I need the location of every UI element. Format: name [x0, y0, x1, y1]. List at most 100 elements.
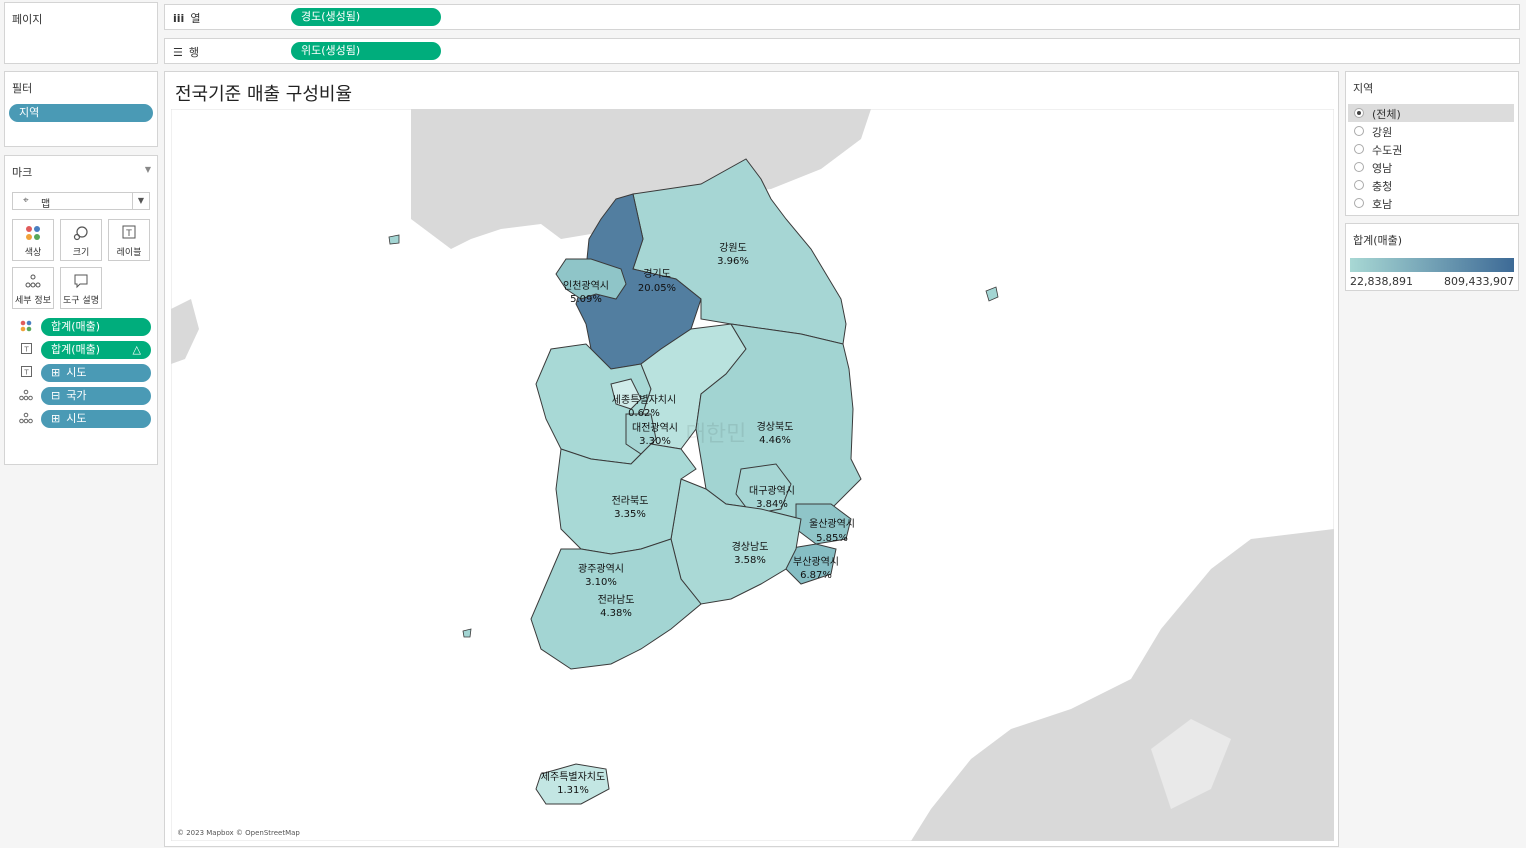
- label-gwangju-value: 3.10%: [585, 577, 617, 588]
- region-option-chungcheong[interactable]: 충청: [1348, 176, 1514, 194]
- mark-pill-label-sido[interactable]: ⊞ 시도: [41, 364, 151, 382]
- label-busan-name: 부산광역시: [793, 556, 839, 568]
- marks-collapse-icon[interactable]: ▼: [145, 165, 151, 174]
- label-gyeonggi-value: 20.05%: [638, 283, 676, 294]
- region-option-yeongnam[interactable]: 영남: [1348, 158, 1514, 176]
- detail-icon: [19, 389, 33, 403]
- detail-icon: [19, 412, 33, 426]
- label-icon: T: [19, 343, 33, 357]
- mark-type-dropdown[interactable]: ⌖ 맵 ▼: [12, 192, 150, 210]
- worksheet-title: 전국기준 매출 구성비율: [175, 84, 353, 105]
- region-option-all[interactable]: (전체): [1348, 104, 1514, 122]
- size-button-label: 크기: [72, 248, 90, 258]
- map-canvas[interactable]: 대한민 강원도 3.96% 경기도 20.05% 인천광역시 5.09% 세종특…: [171, 109, 1334, 841]
- filters-card: 필터 지역: [4, 71, 158, 147]
- label-sejong-name: 세종특별자치시: [612, 394, 676, 406]
- rows-pill-latitude[interactable]: 위도(생성됨): [291, 42, 441, 60]
- marks-card: 마크 ▼ ⌖ 맵 ▼ 색상 크기 T 레이블 세부 정보 도구 설명 합계(매출…: [4, 155, 158, 465]
- color-icon: [13, 225, 53, 245]
- label-icon: T: [19, 366, 33, 380]
- color-button[interactable]: 색상: [12, 219, 54, 261]
- radio-selected-icon: [1354, 108, 1364, 118]
- label-gangwon-name: 강원도: [719, 242, 747, 254]
- west-island: [388, 234, 400, 245]
- region-option-capital[interactable]: 수도권: [1348, 140, 1514, 158]
- color-legend-card: 합계(매출) 22,838,891 809,433,907: [1345, 223, 1519, 291]
- label-jeonbuk-name: 전라북도: [612, 495, 649, 507]
- label-incheon-value: 5.09%: [570, 294, 602, 305]
- filter-pill-region[interactable]: 지역: [9, 104, 153, 122]
- label-gyeongnam-value: 3.58%: [734, 555, 766, 566]
- legend-gradient-bar: [1350, 258, 1514, 272]
- mark-pill-detail-sido[interactable]: ⊞ 시도: [41, 410, 151, 428]
- detail-button[interactable]: 세부 정보: [12, 267, 54, 309]
- map-type-icon: ⌖: [23, 195, 29, 206]
- expand-icon: ⊞: [51, 366, 61, 379]
- radio-icon: [1354, 198, 1364, 208]
- label-daegu-name: 대구광역시: [749, 485, 795, 497]
- tooltip-button[interactable]: 도구 설명: [60, 267, 102, 309]
- color-button-label: 색상: [24, 248, 42, 258]
- label-gyeongbuk-name: 경상북도: [757, 420, 794, 433]
- table-calc-icon: △: [132, 343, 141, 356]
- columns-shelf[interactable]: iii 열 경도(생성됨): [164, 4, 1520, 30]
- svg-text:T: T: [125, 229, 132, 239]
- legend-min-label: 22,838,891: [1350, 275, 1413, 288]
- filters-title: 필터: [12, 82, 33, 95]
- expand-icon: ⊞: [51, 412, 61, 425]
- tooltip-icon: [61, 273, 101, 293]
- label-gwangju-name: 광주광역시: [578, 563, 624, 575]
- label-gyeongbuk-value: 4.46%: [759, 435, 791, 446]
- mark-field-row: ⊟ 국가: [19, 387, 153, 405]
- mark-pill-label-sales[interactable]: 합계(매출) △: [41, 341, 151, 359]
- mark-pill-detail-country[interactable]: ⊟ 국가: [41, 387, 151, 405]
- detail-icon: [13, 273, 53, 293]
- region-filter-card: 지역 (전체) 강원 수도권 영남 충청 호남: [1345, 71, 1519, 216]
- label-sejong-value: 0.62%: [628, 408, 660, 419]
- legend-max-label: 809,433,907: [1444, 275, 1514, 288]
- region-filter-title: 지역: [1353, 82, 1374, 95]
- worksheet-view: 전국기준 매출 구성비율 대한민 강원도 3.96% 경기도 20.05% 인천…: [164, 71, 1339, 847]
- label-button-label: 레이블: [116, 248, 142, 258]
- detail-button-label: 세부 정보: [15, 296, 51, 306]
- label-button[interactable]: T 레이블: [108, 219, 150, 261]
- mark-field-row: T ⊞ 시도: [19, 364, 153, 382]
- legend-title: 합계(매출): [1353, 234, 1403, 247]
- radio-icon: [1354, 126, 1364, 136]
- map-watermark: 대한민: [686, 422, 747, 447]
- chevron-down-icon: ▼: [132, 193, 149, 209]
- label-ulsan-name: 울산광역시: [809, 518, 855, 530]
- mark-field-row: 합계(매출): [19, 318, 153, 336]
- columns-icon: iii: [173, 12, 185, 25]
- label-jeonnam-name: 전라남도: [598, 594, 635, 606]
- pages-title: 페이지: [12, 13, 43, 26]
- map-attribution: © 2023 Mapbox © OpenStreetMap: [177, 829, 300, 837]
- label-jeonnam-value: 4.38%: [600, 608, 632, 619]
- rows-icon: ☰: [173, 46, 183, 59]
- svg-text:T: T: [23, 346, 29, 354]
- label-incheon-name: 인천광역시: [563, 280, 609, 292]
- size-button[interactable]: 크기: [60, 219, 102, 261]
- region-option-honam[interactable]: 호남: [1348, 194, 1514, 212]
- label-ulsan-value: 5.85%: [816, 533, 848, 544]
- label-jeju-name: 제주특별자치도: [541, 771, 605, 783]
- mark-field-row: T 합계(매출) △: [19, 341, 153, 359]
- rows-shelf[interactable]: ☰ 행 위도(생성됨): [164, 38, 1520, 64]
- marks-title: 마크: [12, 166, 33, 179]
- columns-label: 열: [190, 12, 201, 25]
- mark-pill-color-sales[interactable]: 합계(매출): [41, 318, 151, 336]
- pages-card: 페이지: [4, 2, 158, 64]
- color-icon: [19, 320, 33, 334]
- label-gyeonggi-name: 경기도: [643, 267, 671, 280]
- label-jeonbuk-value: 3.35%: [614, 509, 646, 520]
- region-option-gangwon[interactable]: 강원: [1348, 122, 1514, 140]
- columns-pill-longitude[interactable]: 경도(생성됨): [291, 8, 441, 26]
- label-daejeon-value: 3.30%: [639, 436, 671, 447]
- label-icon: T: [109, 225, 149, 245]
- radio-icon: [1354, 162, 1364, 172]
- radio-icon: [1354, 144, 1364, 154]
- mark-type-label: 맵: [41, 199, 51, 210]
- tooltip-button-label: 도구 설명: [63, 296, 99, 306]
- mark-field-row: ⊞ 시도: [19, 410, 153, 428]
- rows-label: 행: [188, 46, 199, 59]
